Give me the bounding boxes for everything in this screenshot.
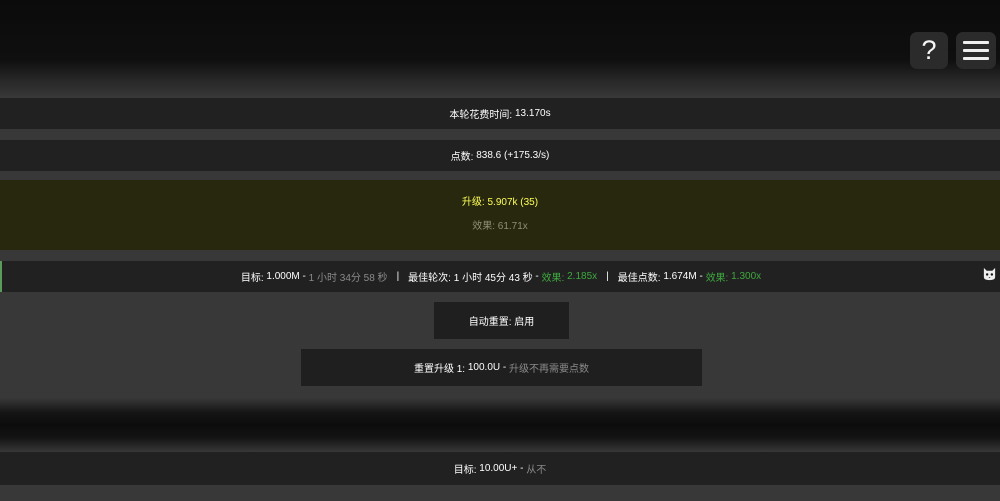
goal-dash: -: [299, 271, 309, 282]
points-value: 838.6 (+175.3/s): [476, 150, 550, 161]
goal-separator: |: [396, 271, 400, 282]
best-points-effect-value: 1.300x: [731, 271, 762, 282]
hamburger-menu-icon: [963, 40, 989, 61]
target-desc: 从不: [526, 465, 547, 476]
auto-reset-value: 启用: [514, 317, 535, 328]
target-dash: -: [517, 463, 527, 474]
upgrade-effect: 效果: 61.71x: [472, 220, 528, 234]
reset-upgrade-button[interactable]: 重置升级 1: 100.0U - 升级不再需要点数: [301, 349, 702, 386]
best-points-dash: -: [696, 271, 706, 282]
best-round-dash: -: [532, 271, 542, 282]
round-time-value: 13.170s: [514, 108, 551, 119]
best-round-effect-value: 2.185x: [567, 271, 598, 282]
target-value: 10.00U+: [479, 463, 518, 474]
upgrade-effect-value: 61.71x: [497, 221, 528, 232]
upgrade-label: 升级:: [461, 197, 485, 208]
goal-separator-2: |: [606, 271, 609, 282]
question-mark-icon: ?: [921, 35, 937, 65]
menu-button[interactable]: [956, 32, 996, 69]
upgrade-cost: 升级: 5.907k (35): [462, 196, 538, 210]
auto-reset-button[interactable]: 自动重置: 启用: [434, 302, 569, 339]
cat-face-icon[interactable]: [982, 266, 997, 281]
auto-reset-label: 自动重置:: [468, 317, 512, 328]
best-round-label: 最佳轮次:: [408, 273, 451, 284]
round-time-panel: 本轮花费时间: 13.170s: [0, 98, 1000, 129]
best-round-effect-label: 效果:: [541, 273, 565, 284]
help-button[interactable]: ?: [910, 32, 948, 69]
target-label: 目标:: [453, 465, 477, 476]
points-panel: 点数: 838.6 (+175.3/s): [0, 140, 1000, 171]
goal-eta: 1 小时 34分 58 秒: [308, 273, 388, 284]
best-round-value: 1 小时 45分 43 秒: [453, 273, 533, 284]
goal-value: 1.000M: [266, 271, 300, 282]
reset-upgrade-value: 100.0U: [467, 362, 501, 373]
round-time-label: 本轮花费时间:: [449, 110, 513, 121]
reset-upgrade-desc: 升级不再需要点数: [509, 364, 590, 375]
divider-band: [0, 398, 1000, 452]
best-points-label: 最佳点数:: [617, 273, 661, 284]
upgrade-button[interactable]: 升级: 5.907k (35) 效果: 61.71x: [0, 180, 1000, 250]
best-points-value: 1.674M: [663, 271, 697, 282]
upgrade-effect-label: 效果:: [472, 221, 495, 232]
goal-label: 目标:: [240, 273, 264, 284]
top-bar: [0, 0, 1000, 98]
upgrade-value: 5.907k (35): [487, 197, 539, 208]
goal-panel: 目标: 1.000M - 1 小时 34分 58 秒 | 最佳轮次: 1 小时 …: [0, 261, 1000, 292]
reset-upgrade-dash: -: [500, 362, 510, 373]
best-points-effect-label: 效果:: [705, 273, 729, 284]
reset-upgrade-label: 重置升级 1:: [413, 364, 466, 375]
points-label: 点数:: [450, 152, 474, 163]
target-panel: 目标: 10.00U+ - 从不: [0, 452, 1000, 485]
